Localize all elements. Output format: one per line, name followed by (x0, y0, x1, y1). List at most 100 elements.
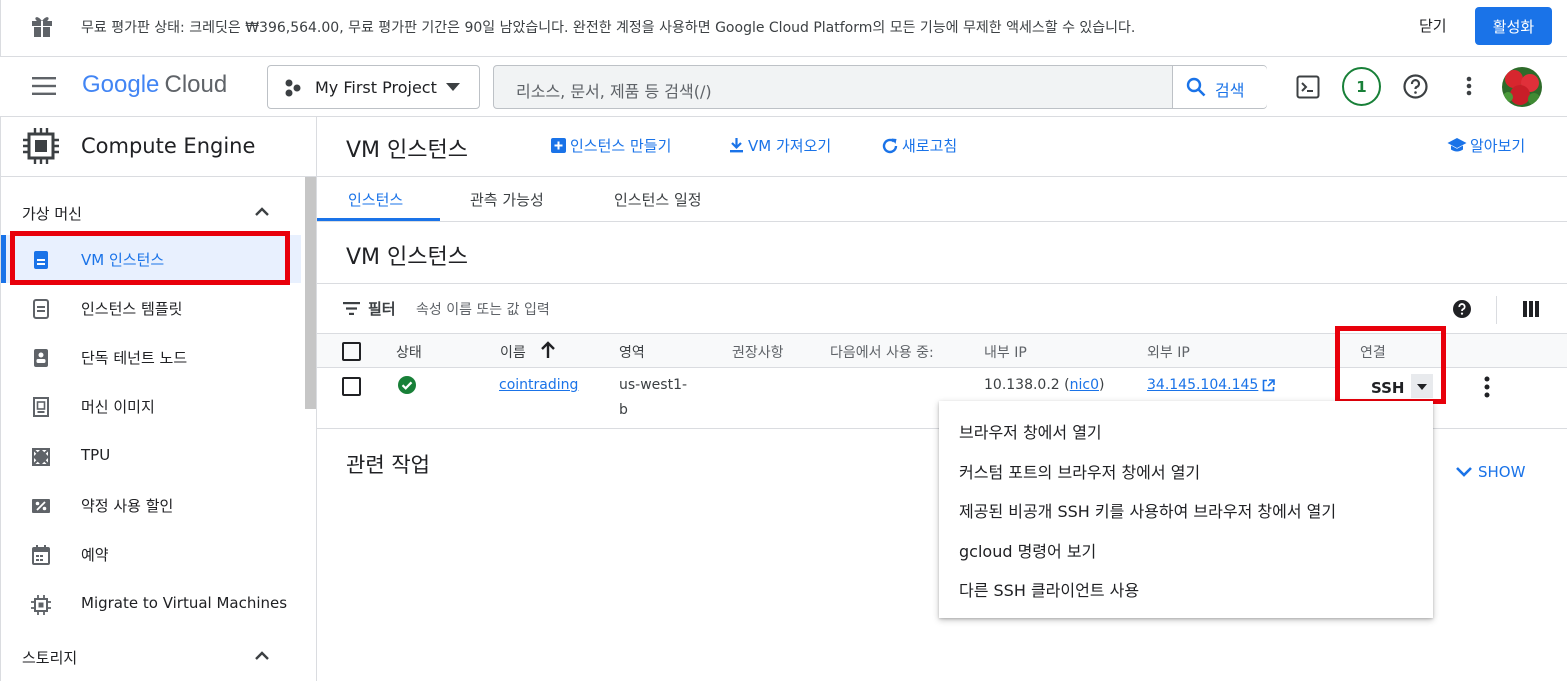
migrate-icon (30, 594, 52, 616)
avatar[interactable] (1502, 67, 1542, 107)
sidebar-scrollbar[interactable] (305, 177, 316, 409)
product-title: Compute Engine (81, 134, 256, 158)
internal-ip-close: ) (1099, 377, 1105, 393)
external-ip-link[interactable]: 34.145.104.145 (1147, 377, 1258, 393)
sidebar-item-machine-images[interactable]: 머신 이미지 (1, 382, 301, 430)
expand-more-icon (1456, 467, 1472, 477)
search-input[interactable]: 리소스, 문서, 제품 등 검색(/) (516, 78, 712, 102)
discount-icon (30, 495, 52, 517)
column-connect[interactable]: 연결 (1360, 342, 1386, 362)
sidebar-item-label: 약정 사용 할인 (81, 497, 174, 515)
tab-instance-schedules[interactable]: 인스턴스 일정 (597, 177, 737, 221)
sidebar-item-label: 머신 이미지 (81, 398, 155, 416)
show-label: SHOW (1478, 463, 1526, 481)
sidebar-item-label: TPU (81, 446, 111, 464)
column-recommendations[interactable]: 권장사항 (732, 342, 784, 362)
filter-input[interactable]: 속성 이름 또는 값 입력 (416, 299, 550, 319)
search-button-label: 검색 (1215, 81, 1245, 100)
filter-label: 필터 (368, 300, 396, 318)
create-instance-label: 인스턴스 만들기 (570, 137, 672, 155)
page-title: VM 인스턴스 (346, 138, 468, 163)
gift-icon (31, 14, 53, 38)
column-status[interactable]: 상태 (396, 342, 422, 362)
vm-instance-icon (30, 249, 52, 271)
arrow-up-icon[interactable] (540, 341, 556, 359)
sole-tenant-icon (30, 347, 52, 369)
active-indicator (1, 235, 6, 283)
caret-down-icon (1417, 384, 1427, 390)
menu-item-other-ssh-client[interactable]: 다른 SSH 클라이언트 사용 (959, 577, 1139, 601)
sidebar-item-committed-use-discounts[interactable]: 약정 사용 할인 (1, 481, 301, 529)
sidebar-item-reservations[interactable]: 예약 (1, 530, 301, 578)
section-virtual-machines[interactable]: 가상 머신 (1, 201, 301, 225)
section-label: 스토리지 (22, 649, 78, 667)
row-more-icon[interactable] (1484, 376, 1490, 398)
toolbar-separator (1496, 296, 1497, 324)
logo-google-text: Google (82, 71, 160, 98)
column-display-icon[interactable] (1523, 301, 1539, 317)
activate-button[interactable]: 활성화 (1475, 7, 1552, 45)
search-button[interactable]: 검색 (1172, 66, 1267, 108)
menu-item-open-in-browser[interactable]: 브라우저 창에서 열기 (959, 419, 1102, 443)
download-icon (728, 137, 745, 154)
import-vm-button[interactable]: VM 가져오기 (728, 135, 831, 156)
more-vert-icon[interactable] (1466, 76, 1472, 96)
ssh-dropdown-button[interactable] (1411, 374, 1433, 398)
filter-bar[interactable]: 필터 속성 이름 또는 값 입력 (317, 283, 1567, 333)
zone-value-wrap: b (619, 402, 628, 418)
search-bar[interactable]: 리소스, 문서, 제품 등 검색(/) 검색 (493, 65, 1267, 109)
refresh-button[interactable]: 새로고침 (881, 135, 957, 156)
tpu-icon (30, 446, 52, 468)
column-external-ip[interactable]: 외부 IP (1147, 342, 1190, 362)
project-selector[interactable]: My First Project (267, 65, 480, 109)
column-internal-ip[interactable]: 내부 IP (984, 342, 1027, 362)
project-icon (284, 79, 302, 97)
menu-item-view-gcloud-command[interactable]: gcloud 명령어 보기 (959, 538, 1096, 562)
tab-label: 인스턴스 일정 (614, 191, 702, 209)
help-icon[interactable] (1403, 74, 1428, 99)
table-header: 상태 이름 영역 권장사항 다음에서 사용 중: 내부 IP 외부 IP 연결 (317, 333, 1567, 368)
menu-item-open-with-private-key[interactable]: 제공된 비공개 SSH 키를 사용하여 브라우저 창에서 열기 (959, 498, 1336, 522)
instance-name-link[interactable]: cointrading (499, 377, 578, 393)
sidebar-item-migrate-to-vms[interactable]: Migrate to Virtual Machines (1, 580, 301, 628)
show-button[interactable]: SHOW (1456, 463, 1525, 481)
compute-engine-icon (21, 126, 61, 166)
menu-icon[interactable] (32, 77, 56, 95)
ssh-label: SSH (1371, 379, 1405, 397)
template-icon (30, 298, 52, 320)
sidebar-item-vm-instances[interactable]: VM 인스턴스 (1, 235, 301, 283)
refresh-label: 새로고침 (902, 137, 958, 155)
create-instance-button[interactable]: 인스턴스 만들기 (550, 135, 671, 156)
google-cloud-logo[interactable]: Google Cloud (82, 71, 227, 99)
tabs-divider (317, 221, 1567, 222)
column-zone[interactable]: 영역 (619, 342, 645, 362)
cloud-shell-icon[interactable] (1296, 75, 1320, 99)
tab-label: 인스턴스 (348, 191, 404, 209)
ssh-options-menu: 브라우저 창에서 열기 커스텀 포트의 브라우저 창에서 열기 제공된 비공개 … (939, 401, 1433, 618)
sidebar-item-tpu[interactable]: TPU (1, 432, 301, 480)
import-vm-label: VM 가져오기 (748, 137, 832, 155)
sidebar-item-label: 단독 테넌트 노드 (81, 349, 188, 367)
menu-item-open-custom-port[interactable]: 커스텀 포트의 브라우저 창에서 열기 (959, 459, 1200, 483)
search-icon (1186, 77, 1206, 97)
column-in-use-by[interactable]: 다음에서 사용 중: (830, 342, 934, 362)
chevron-up-icon (255, 651, 269, 660)
section-title: VM 인스턴스 (346, 245, 468, 270)
learn-button[interactable]: 알아보기 (1447, 135, 1525, 156)
tab-observability[interactable]: 관측 가능성 (453, 177, 573, 221)
sidebar-item-instance-templates[interactable]: 인스턴스 템플릿 (1, 284, 301, 332)
select-all-checkbox[interactable] (342, 342, 361, 361)
notification-badge[interactable]: 1 (1342, 67, 1381, 106)
sidebar-item-sole-tenant-nodes[interactable]: 단독 테넌트 노드 (1, 333, 301, 381)
dismiss-button[interactable]: 닫기 (1419, 15, 1447, 36)
column-name[interactable]: 이름 (500, 342, 526, 362)
external-ip-value[interactable]: 34.145.104.145 (1147, 377, 1276, 393)
section-storage[interactable]: 스토리지 (1, 645, 301, 669)
ssh-button[interactable]: SSH (1347, 371, 1433, 401)
row-checkbox[interactable] (342, 377, 361, 396)
machine-image-icon (30, 396, 52, 418)
tab-instances[interactable]: 인스턴스 (317, 177, 440, 221)
help-filled-icon[interactable] (1453, 300, 1471, 318)
sidebar-divider (1, 176, 317, 177)
nic-link[interactable]: nic0 (1070, 377, 1099, 393)
